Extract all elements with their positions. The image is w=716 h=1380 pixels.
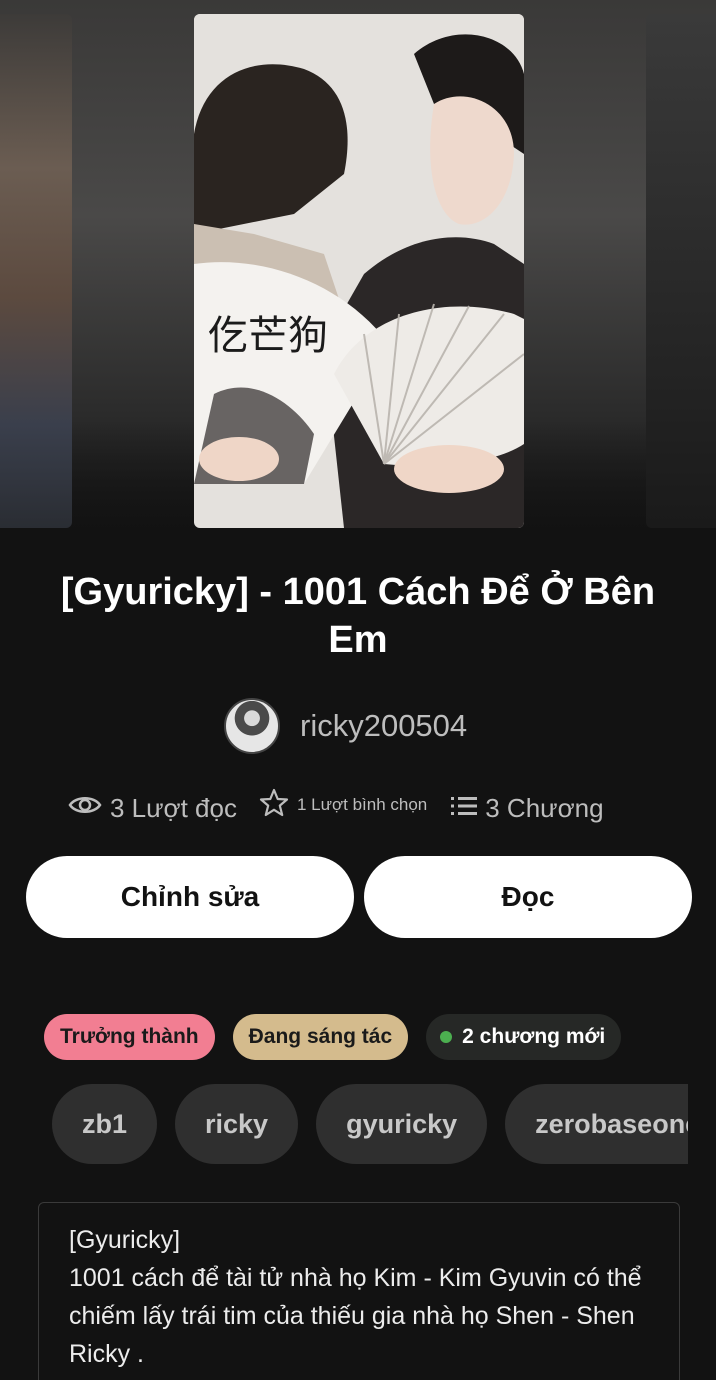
ongoing-badge: Đang sáng tác [232, 1014, 409, 1060]
new-parts-badge: 2 chương mới [426, 1014, 622, 1060]
reads-stat: 3 Lượt đọc [68, 793, 237, 824]
tag-chip[interactable]: zb1 [52, 1084, 158, 1164]
parts-count: 3 Chương [485, 792, 604, 823]
author-name[interactable]: ricky200504 [300, 708, 467, 744]
tag-chip[interactable]: zerobaseone [505, 1084, 688, 1164]
next-story-cover[interactable] [646, 14, 716, 528]
list-icon [451, 793, 478, 824]
author-link[interactable]: ricky200504 [224, 698, 467, 754]
story-title: [Gyuricky] - 1001 Cách Để Ở Bên Em [60, 571, 656, 661]
parts-stat: 3 Chương [451, 792, 604, 824]
tags-scroller[interactable]: zb1 ricky gyuricky zerobaseone [52, 1084, 688, 1164]
story-description-box[interactable]: [Gyuricky] 1001 cách để tài tử nhà họ Ki… [38, 1202, 680, 1380]
story-stats: 3 Lượt đọc 1 Lượt bình chọn 3 Chương [68, 786, 604, 830]
cover-photo-illustration: 仡芒狗 [194, 14, 524, 528]
svg-text:仡芒狗: 仡芒狗 [208, 313, 328, 359]
tag-chip[interactable]: ricky [175, 1084, 299, 1164]
votes-stat: 1 Lượt bình chọn [259, 788, 427, 823]
previous-story-cover[interactable] [0, 14, 72, 528]
read-story-button[interactable]: Đọc [364, 856, 692, 938]
author-avatar[interactable] [224, 698, 280, 754]
new-indicator-dot [440, 1031, 453, 1043]
mature-badge: Trưởng thành [44, 1014, 215, 1060]
story-description: [Gyuricky] 1001 cách để tài tử nhà họ Ki… [69, 1226, 642, 1368]
story-cover-image: 仡芒狗 [194, 14, 524, 528]
tag-chip[interactable]: gyuricky [316, 1084, 488, 1164]
votes-count: 1 Lượt bình chọn [296, 795, 428, 814]
star-icon [259, 788, 289, 823]
new-parts-label: 2 chương mới [462, 1025, 606, 1048]
edit-story-button[interactable]: Chỉnh sửa [26, 856, 354, 938]
eye-icon [68, 793, 102, 824]
reads-count: 3 Lượt đọc [110, 792, 237, 823]
story-badges: Trưởng thành Đang sáng tác 2 chương mới [44, 1014, 622, 1060]
